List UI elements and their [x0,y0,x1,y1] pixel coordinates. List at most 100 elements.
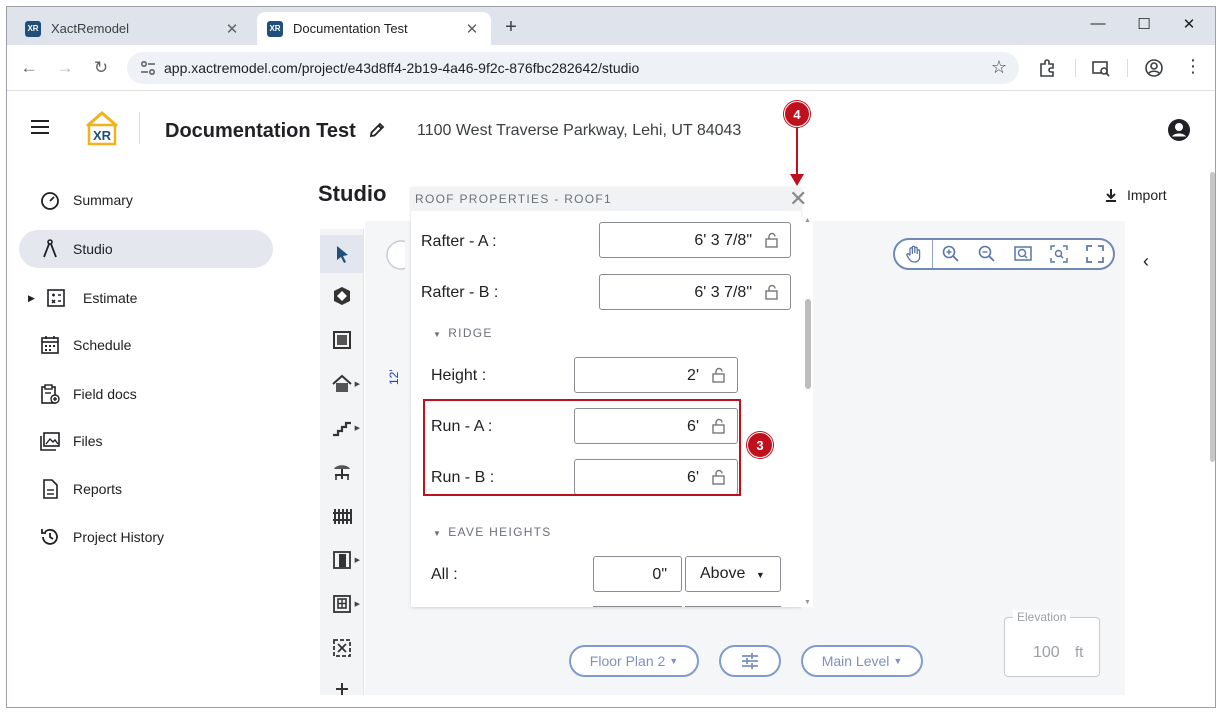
close-icon[interactable]: ✕ [223,20,241,38]
compass-drafting-icon [43,239,57,258]
window-tool[interactable]: ▶ [320,585,364,623]
clipboard-add-icon [41,384,60,404]
stairs-icon [333,421,351,437]
back-arrow-icon[interactable]: ← [17,57,41,79]
sidebar-item-summary[interactable]: Summary [19,181,273,219]
page-scroll-thumb[interactable] [1210,172,1215,462]
new-tab-icon[interactable]: + [497,14,525,42]
sidebar-item-files[interactable]: Files [19,422,273,460]
select-arrow-tool[interactable] [320,235,364,273]
sidebar-item-label: Field docs [73,386,137,402]
bookmark-star-icon[interactable]: ☆ [991,57,1007,78]
close-icon[interactable]: ✕ [789,188,807,210]
hamburger-menu-icon[interactable] [31,120,49,134]
sidebar-item-label: Project History [73,529,165,545]
room-tool[interactable] [320,321,364,359]
next-eave-input[interactable] [593,606,682,607]
main-level-dropdown[interactable]: Main Level ▼ [801,645,923,677]
floor-plan-dropdown[interactable]: Floor Plan 2 ▼ [569,645,699,677]
sidebar-item-field-docs[interactable]: Field docs [19,375,273,413]
unlock-icon[interactable] [764,232,780,248]
sidebar-item-label: Schedule [73,337,132,353]
scroll-up-arrow-icon[interactable]: ▲ [804,217,811,224]
browser-menu-icon[interactable]: ⋮ [1184,56,1202,77]
dimension-label: 12' [387,369,401,385]
maximize-icon[interactable]: ☐ [1129,15,1159,33]
app-header: XR Documentation Test 1100 West Traverse… [7,92,1215,158]
zoom-out-button[interactable] [969,240,1005,268]
canvas-back-circle-icon[interactable] [381,239,405,271]
sidebar-item-estimate[interactable]: ▶ Estimate [19,279,273,317]
zoom-in-icon [942,245,959,262]
eave-heights-section-header[interactable]: ▼ EAVE HEIGHTS [433,525,552,539]
cast-search-icon[interactable] [1091,58,1111,78]
url-text[interactable]: app.xactremodel.com/project/e43d8ff4-2b1… [164,60,639,76]
site-settings-icon[interactable] [139,59,157,77]
sidebar-item-schedule[interactable]: Schedule [19,326,273,364]
tab-title: XactRemodel [51,21,130,36]
filter-settings-button[interactable] [719,645,781,677]
more-tool[interactable] [320,673,364,695]
zoom-in-button[interactable] [933,240,969,268]
next-eave-select[interactable] [685,606,781,607]
rafter-a-input[interactable]: 6' 3 7/8" [599,222,791,258]
chevron-left-icon[interactable]: ‹ [1143,251,1149,272]
cursor-arrow-icon [337,246,348,263]
document-icon [43,479,58,499]
all-eave-value: 0" [652,566,667,583]
xactremodel-logo[interactable]: XR [83,110,121,146]
door-tool[interactable]: ▶ [320,541,364,579]
step-badge-4: 4 [784,101,810,127]
scroll-down-arrow-icon[interactable]: ▼ [804,599,811,606]
forward-arrow-icon[interactable]: → [53,57,77,79]
unlock-icon[interactable] [764,284,780,300]
house-tool[interactable]: ▶ [320,365,364,403]
import-button[interactable]: Import [1103,187,1167,203]
toolbar-divider [1075,59,1076,77]
opening-tool[interactable] [320,629,364,667]
ridge-section-header[interactable]: ▼ RIDGE [433,326,493,340]
pencil-edit-icon[interactable] [367,120,387,140]
minimize-icon[interactable]: — [1083,15,1113,32]
fullscreen-button[interactable] [1077,240,1113,268]
fence-icon [333,509,352,524]
window-close-icon[interactable]: ✕ [1174,15,1204,33]
expand-caret-icon[interactable]: ▶ [28,293,35,304]
fence-tool[interactable] [320,497,364,535]
highlight-box-run-fields [423,399,741,496]
address-bar[interactable]: app.xactremodel.com/project/e43d8ff4-2b1… [127,52,1019,84]
tab-xactremodel[interactable]: XR XactRemodel ✕ [15,12,251,45]
account-circle-icon[interactable] [1167,118,1191,142]
height-input[interactable]: 2' [574,357,738,393]
pan-hand-button[interactable] [895,240,933,268]
sidebar-item-studio[interactable]: Studio [19,230,273,268]
extensions-icon[interactable] [1037,58,1057,78]
panel-scrollbar[interactable] [801,217,813,607]
project-address: 1100 West Traverse Parkway, Lehi, UT 840… [417,122,742,139]
sidebar-item-project-history[interactable]: Project History [19,518,273,556]
above-select[interactable]: Above ▼ [685,556,781,592]
zoom-fit-icon [1050,245,1068,263]
stairs-tool[interactable]: ▶ [320,409,364,447]
tab-documentation-test[interactable]: XR Documentation Test ✕ [257,12,491,45]
reload-icon[interactable]: ↻ [89,57,113,79]
rafter-b-input[interactable]: 6' 3 7/8" [599,274,791,310]
scroll-thumb[interactable] [805,299,811,389]
close-icon[interactable]: ✕ [463,20,481,38]
profile-icon[interactable] [1144,58,1164,78]
annotation-arrow-head [790,174,804,186]
history-icon [41,529,58,545]
step-badge-3: 3 [747,432,773,458]
zoom-fit-button[interactable] [1041,240,1077,268]
header-divider [139,112,140,144]
roof-shape-tool[interactable] [320,277,364,315]
deck-tool[interactable] [320,453,364,491]
unlock-icon[interactable] [711,367,727,383]
rafter-b-value: 6' 3 7/8" [694,284,752,301]
sidebar-item-reports[interactable]: Reports [19,470,273,508]
panel-title: ROOF PROPERTIES - ROOF1 [415,192,613,206]
zoom-area-button[interactable] [1005,240,1041,268]
elevation-field[interactable]: Elevation 100 ft [1004,610,1100,677]
all-label: All : [431,566,458,583]
all-eave-input[interactable]: 0" [593,556,682,592]
